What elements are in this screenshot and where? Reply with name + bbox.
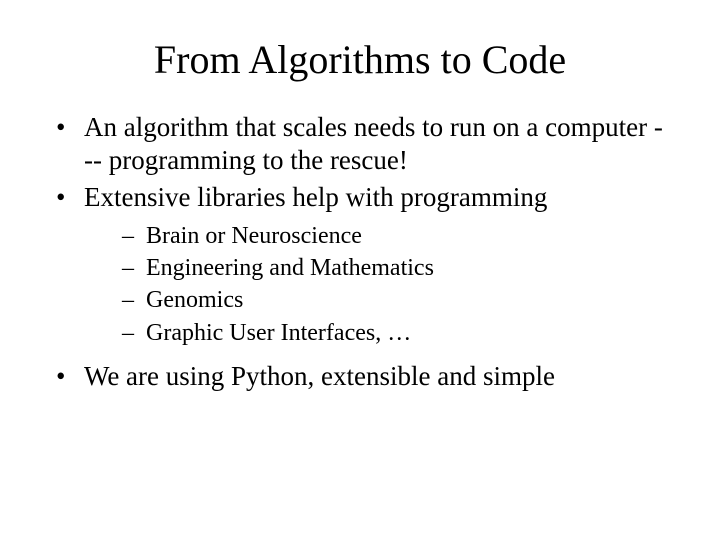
sub-bullet-text: Graphic User Interfaces, … [146,320,411,346]
bullet-list: An algorithm that scales needs to run on… [50,111,670,393]
slide: From Algorithms to Code An algorithm tha… [0,36,720,540]
sub-bullet-item: Engineering and Mathematics [120,254,670,283]
sub-bullet-text: Genomics [146,287,243,313]
bullet-item: We are using Python, extensible and simp… [50,360,670,393]
sub-bullet-item: Genomics [120,286,670,315]
bullet-item: An algorithm that scales needs to run on… [50,111,670,177]
bullet-text: Extensive libraries help with programmin… [84,182,547,212]
bullet-text: An algorithm that scales needs to run on… [84,112,663,175]
sub-bullet-list: Brain or Neuroscience Engineering and Ma… [84,222,670,348]
sub-bullet-text: Brain or Neuroscience [146,223,362,249]
slide-body: An algorithm that scales needs to run on… [0,111,720,393]
bullet-text: We are using Python, extensible and simp… [84,361,555,391]
sub-bullet-item: Graphic User Interfaces, … [120,319,670,348]
slide-title: From Algorithms to Code [0,36,720,83]
sub-bullet-text: Engineering and Mathematics [146,255,434,281]
sub-bullet-item: Brain or Neuroscience [120,222,670,251]
bullet-item: Extensive libraries help with programmin… [50,181,670,348]
